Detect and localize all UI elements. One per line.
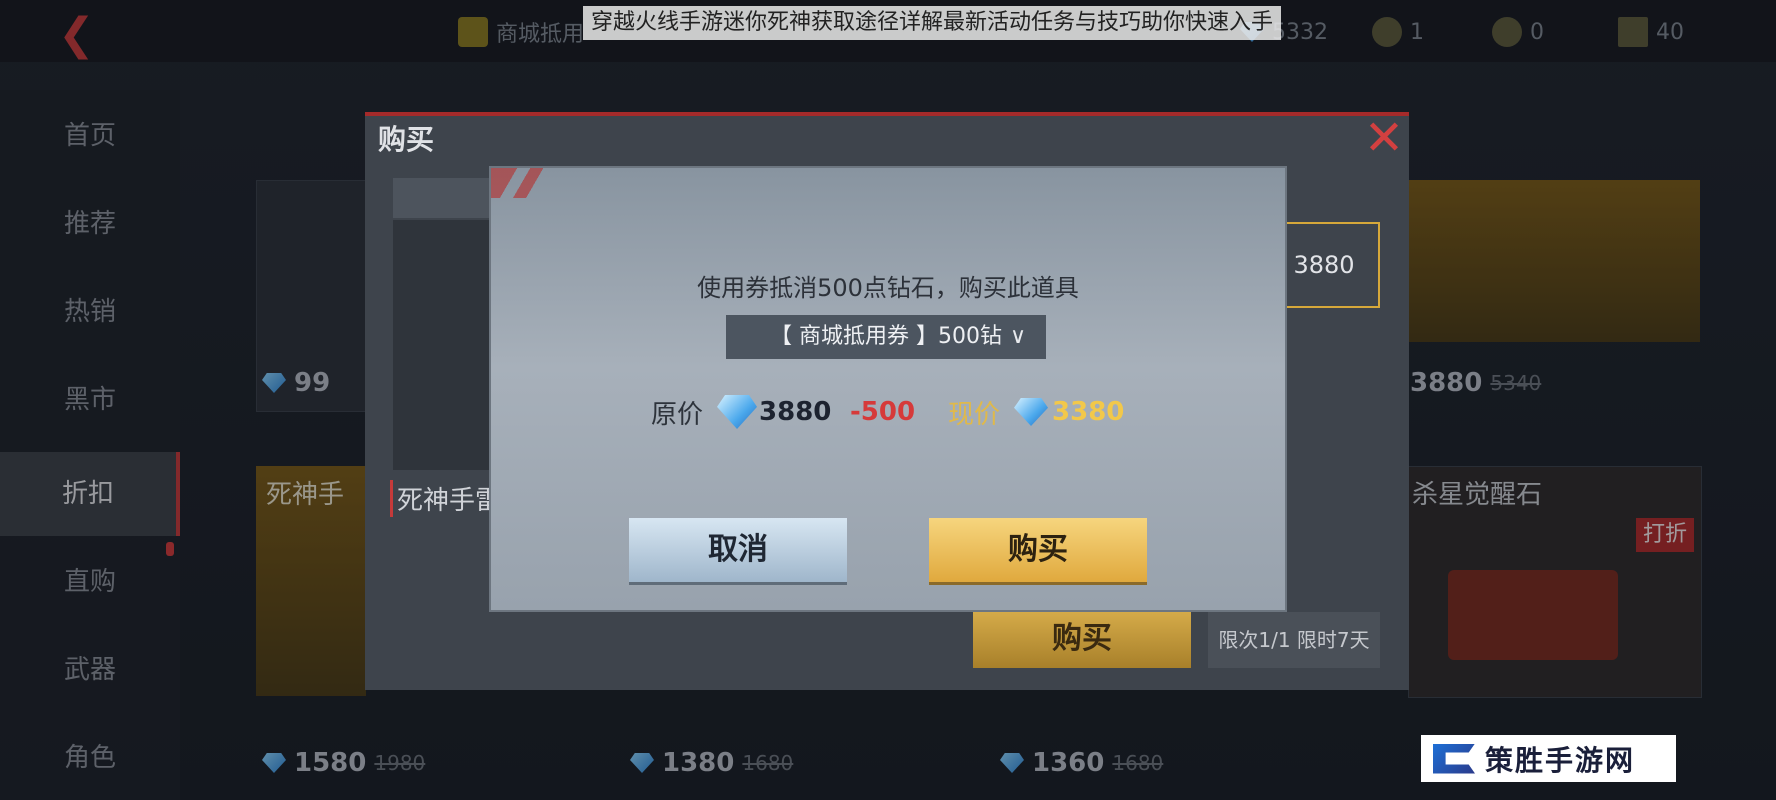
current-price-row: 现价 3380 (948, 390, 1124, 434)
diamond-icon (1014, 398, 1049, 426)
confirm-buy-button[interactable]: 购买 (929, 518, 1147, 582)
dialog-corner-stripe (491, 168, 561, 198)
site-watermark: 策胜手游网 (1421, 735, 1676, 782)
confirm-dialog (491, 168, 1285, 610)
item-preview (393, 220, 493, 470)
original-price-value: 3880 (759, 397, 832, 427)
watermark-text: 策胜手游网 (1485, 743, 1636, 777)
chevron-down-icon[interactable]: ∨ (1010, 315, 1026, 359)
close-icon[interactable]: ✕ (1358, 112, 1410, 164)
current-price-value: 3380 (1052, 397, 1125, 427)
discount-amount: -500 (850, 397, 916, 427)
coupon-select[interactable]: 【 商城抵用券 】500钻 (726, 315, 1046, 359)
cancel-button[interactable]: 取消 (629, 518, 847, 582)
diamond-icon (717, 395, 758, 429)
item-name: 死神手雷 (390, 480, 501, 517)
current-price-label: 现价 (948, 399, 1001, 430)
original-price-label: 原价 (651, 399, 704, 430)
confirm-message: 使用券抵消500点钻石，购买此道具 (697, 274, 1079, 302)
purchase-dialog-title: 购买 (378, 123, 435, 156)
buy-button[interactable]: 购买 (973, 610, 1191, 668)
original-price-row: 原价 3880 (651, 390, 831, 434)
purchase-limit: 限次1/1 限时7天 (1208, 612, 1380, 668)
site-logo-icon (1433, 743, 1475, 774)
article-headline: 穿越火线手游迷你死神获取途径详解最新活动任务与技巧助你快速入手 (583, 6, 1282, 40)
